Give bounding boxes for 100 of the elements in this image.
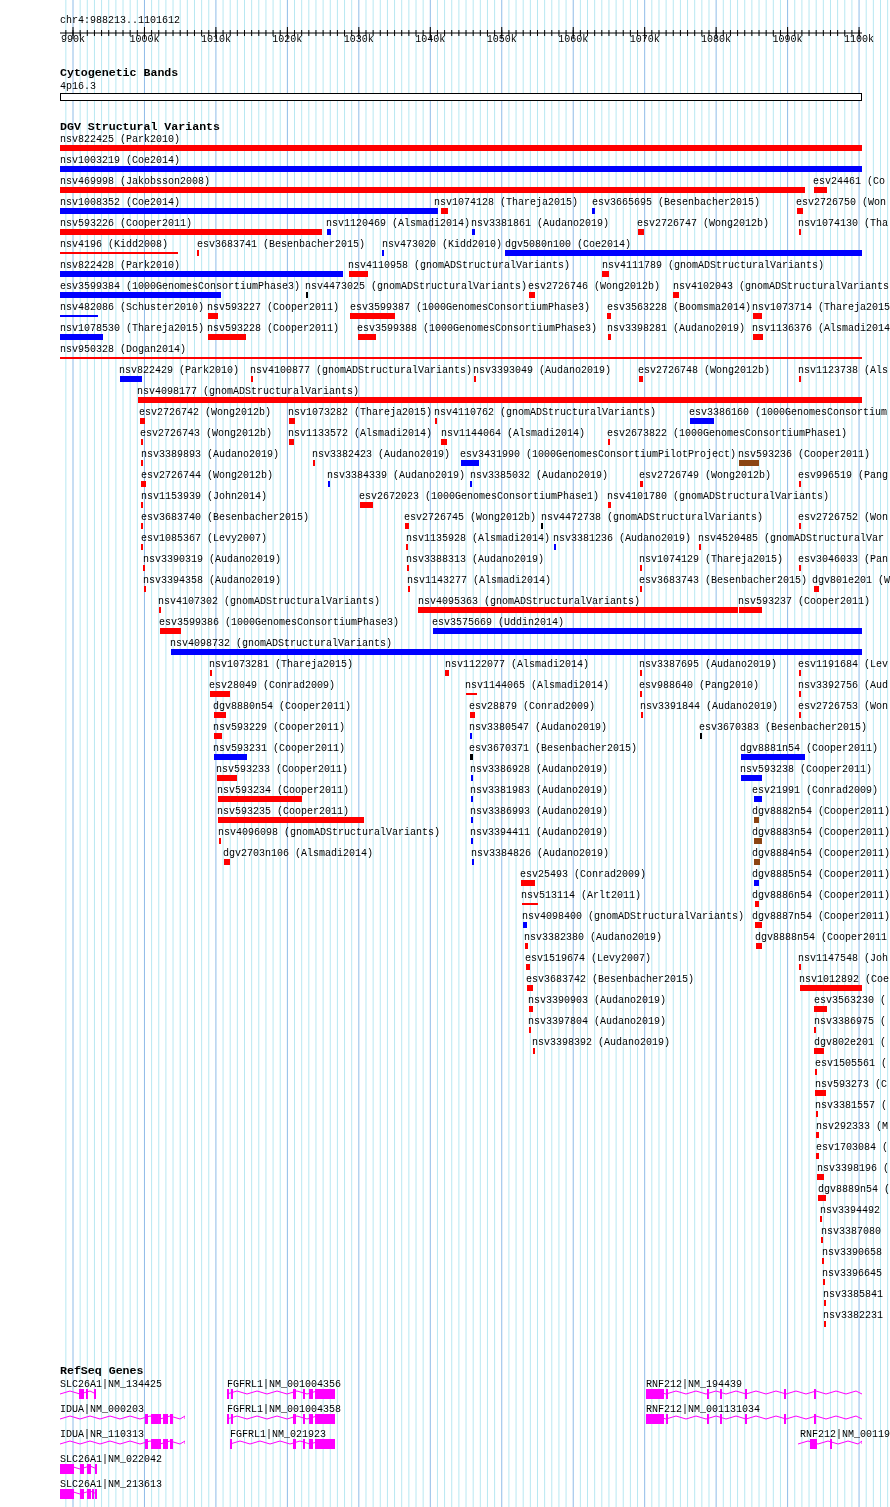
variant-bar[interactable] <box>754 859 760 865</box>
variant-bar[interactable] <box>461 460 479 466</box>
variant-bar[interactable] <box>445 670 449 676</box>
variant-bar[interactable] <box>217 775 237 781</box>
variant-bar[interactable] <box>470 712 475 718</box>
variant-bar[interactable] <box>289 418 295 424</box>
variant-bar[interactable] <box>753 334 763 340</box>
variant-bar[interactable] <box>441 208 448 214</box>
gene-model-drawing[interactable] <box>60 1439 185 1449</box>
variant-bar[interactable] <box>349 271 368 277</box>
variant-bar[interactable] <box>800 985 862 991</box>
variant-bar[interactable] <box>816 1132 819 1138</box>
variant-bar[interactable] <box>638 229 644 235</box>
variant-bar[interactable] <box>814 1006 827 1012</box>
variant-bar[interactable] <box>405 523 409 529</box>
variant-bar[interactable] <box>350 313 395 319</box>
gene-model-drawing[interactable] <box>798 1439 862 1449</box>
variant-bar[interactable] <box>60 271 343 277</box>
variant-bar[interactable] <box>171 649 862 655</box>
variant-bar[interactable] <box>818 1195 826 1201</box>
variant-bar[interactable] <box>755 922 762 928</box>
variant-bar[interactable] <box>741 775 762 781</box>
variant-bar[interactable] <box>526 964 530 970</box>
variant-bar[interactable] <box>141 481 146 487</box>
variant-bar[interactable] <box>210 691 230 697</box>
gene-model-drawing[interactable] <box>60 1414 185 1424</box>
variant-bar[interactable] <box>60 334 103 340</box>
variant-bar[interactable] <box>755 901 759 907</box>
variant-bar[interactable] <box>754 796 762 802</box>
gene-model-drawing[interactable] <box>646 1414 862 1424</box>
variant-bar[interactable] <box>797 208 803 214</box>
variant-bar[interactable] <box>814 586 819 592</box>
variant-bar[interactable] <box>327 229 331 235</box>
variant-bar[interactable] <box>441 439 447 445</box>
gene-model-drawing[interactable] <box>227 1414 335 1424</box>
variant-bar[interactable] <box>60 208 438 214</box>
variant-bar[interactable] <box>753 313 762 319</box>
gene-model-drawing[interactable] <box>60 1489 97 1499</box>
variant-label: esv3575669 (Uddin2014) <box>432 617 565 628</box>
variant-bar[interactable] <box>60 292 221 298</box>
variant-bar[interactable] <box>360 502 373 508</box>
variant-bar[interactable] <box>138 397 862 403</box>
variant-bar[interactable] <box>690 418 714 424</box>
variant-bar[interactable] <box>814 187 827 193</box>
variant-bar[interactable] <box>673 292 679 298</box>
variant-bar[interactable] <box>358 334 376 340</box>
variant-bar[interactable] <box>815 1090 826 1096</box>
variant-bar[interactable] <box>741 754 805 760</box>
variant-bar[interactable] <box>523 922 527 928</box>
variant-bar[interactable] <box>418 607 738 613</box>
variant-bar[interactable] <box>214 733 222 739</box>
variant-bar[interactable] <box>214 754 247 760</box>
variant-bar[interactable] <box>814 1048 824 1054</box>
variant-bar[interactable] <box>529 292 535 298</box>
variant-bar[interactable] <box>505 250 862 256</box>
variant-bar[interactable] <box>208 334 246 340</box>
variant-bar[interactable] <box>472 229 475 235</box>
variant-bar[interactable] <box>739 460 759 466</box>
gene-model-drawing[interactable] <box>60 1389 96 1399</box>
variant-bar[interactable] <box>527 985 533 991</box>
variant-bar[interactable] <box>608 334 611 340</box>
variant-bar[interactable] <box>218 817 364 823</box>
variant-bar[interactable] <box>602 271 609 277</box>
variant-bar[interactable] <box>754 880 759 886</box>
variant-bar[interactable] <box>60 229 322 235</box>
gene-model-drawing[interactable] <box>60 1464 97 1474</box>
variant-bar[interactable] <box>60 166 862 172</box>
gene-label: SLC26A1|NM_022042 <box>60 1454 163 1465</box>
variant-bar[interactable] <box>608 502 611 508</box>
variant-bar[interactable] <box>140 418 145 424</box>
variant-label: nsv3382380 (Audano2019) <box>524 932 663 943</box>
variant-bar[interactable] <box>592 208 595 214</box>
variant-label: nsv3390319 (Audano2019) <box>143 554 282 565</box>
variant-bar[interactable] <box>525 943 528 949</box>
variant-bar[interactable] <box>120 376 142 382</box>
variant-bar[interactable] <box>160 628 181 634</box>
variant-bar[interactable] <box>816 1153 819 1159</box>
variant-bar[interactable] <box>60 187 805 193</box>
gene-model-drawing[interactable] <box>230 1439 335 1449</box>
variant-bar[interactable] <box>521 880 535 886</box>
gene-model-drawing[interactable] <box>227 1389 335 1399</box>
variant-bar[interactable] <box>470 754 473 760</box>
variant-bar[interactable] <box>754 838 762 844</box>
variant-bar[interactable] <box>756 943 762 949</box>
variant-bar[interactable] <box>214 712 226 718</box>
variant-bar[interactable] <box>433 628 862 634</box>
variant-bar[interactable] <box>754 817 759 823</box>
variant-bar[interactable] <box>607 313 611 319</box>
variant-bar[interactable] <box>224 859 230 865</box>
gene-model-drawing[interactable] <box>646 1389 862 1399</box>
variant-bar[interactable] <box>529 1006 533 1012</box>
variant-bar[interactable] <box>817 1174 824 1180</box>
variant-bar[interactable] <box>289 439 294 445</box>
variant-bar[interactable] <box>639 376 643 382</box>
variant-bar[interactable] <box>60 145 862 151</box>
variant-bar[interactable] <box>640 481 643 487</box>
variant-label: esv2726749 (Wong2012b) <box>639 470 772 481</box>
variant-bar[interactable] <box>739 607 762 613</box>
variant-bar[interactable] <box>208 313 218 319</box>
variant-bar[interactable] <box>218 796 302 802</box>
